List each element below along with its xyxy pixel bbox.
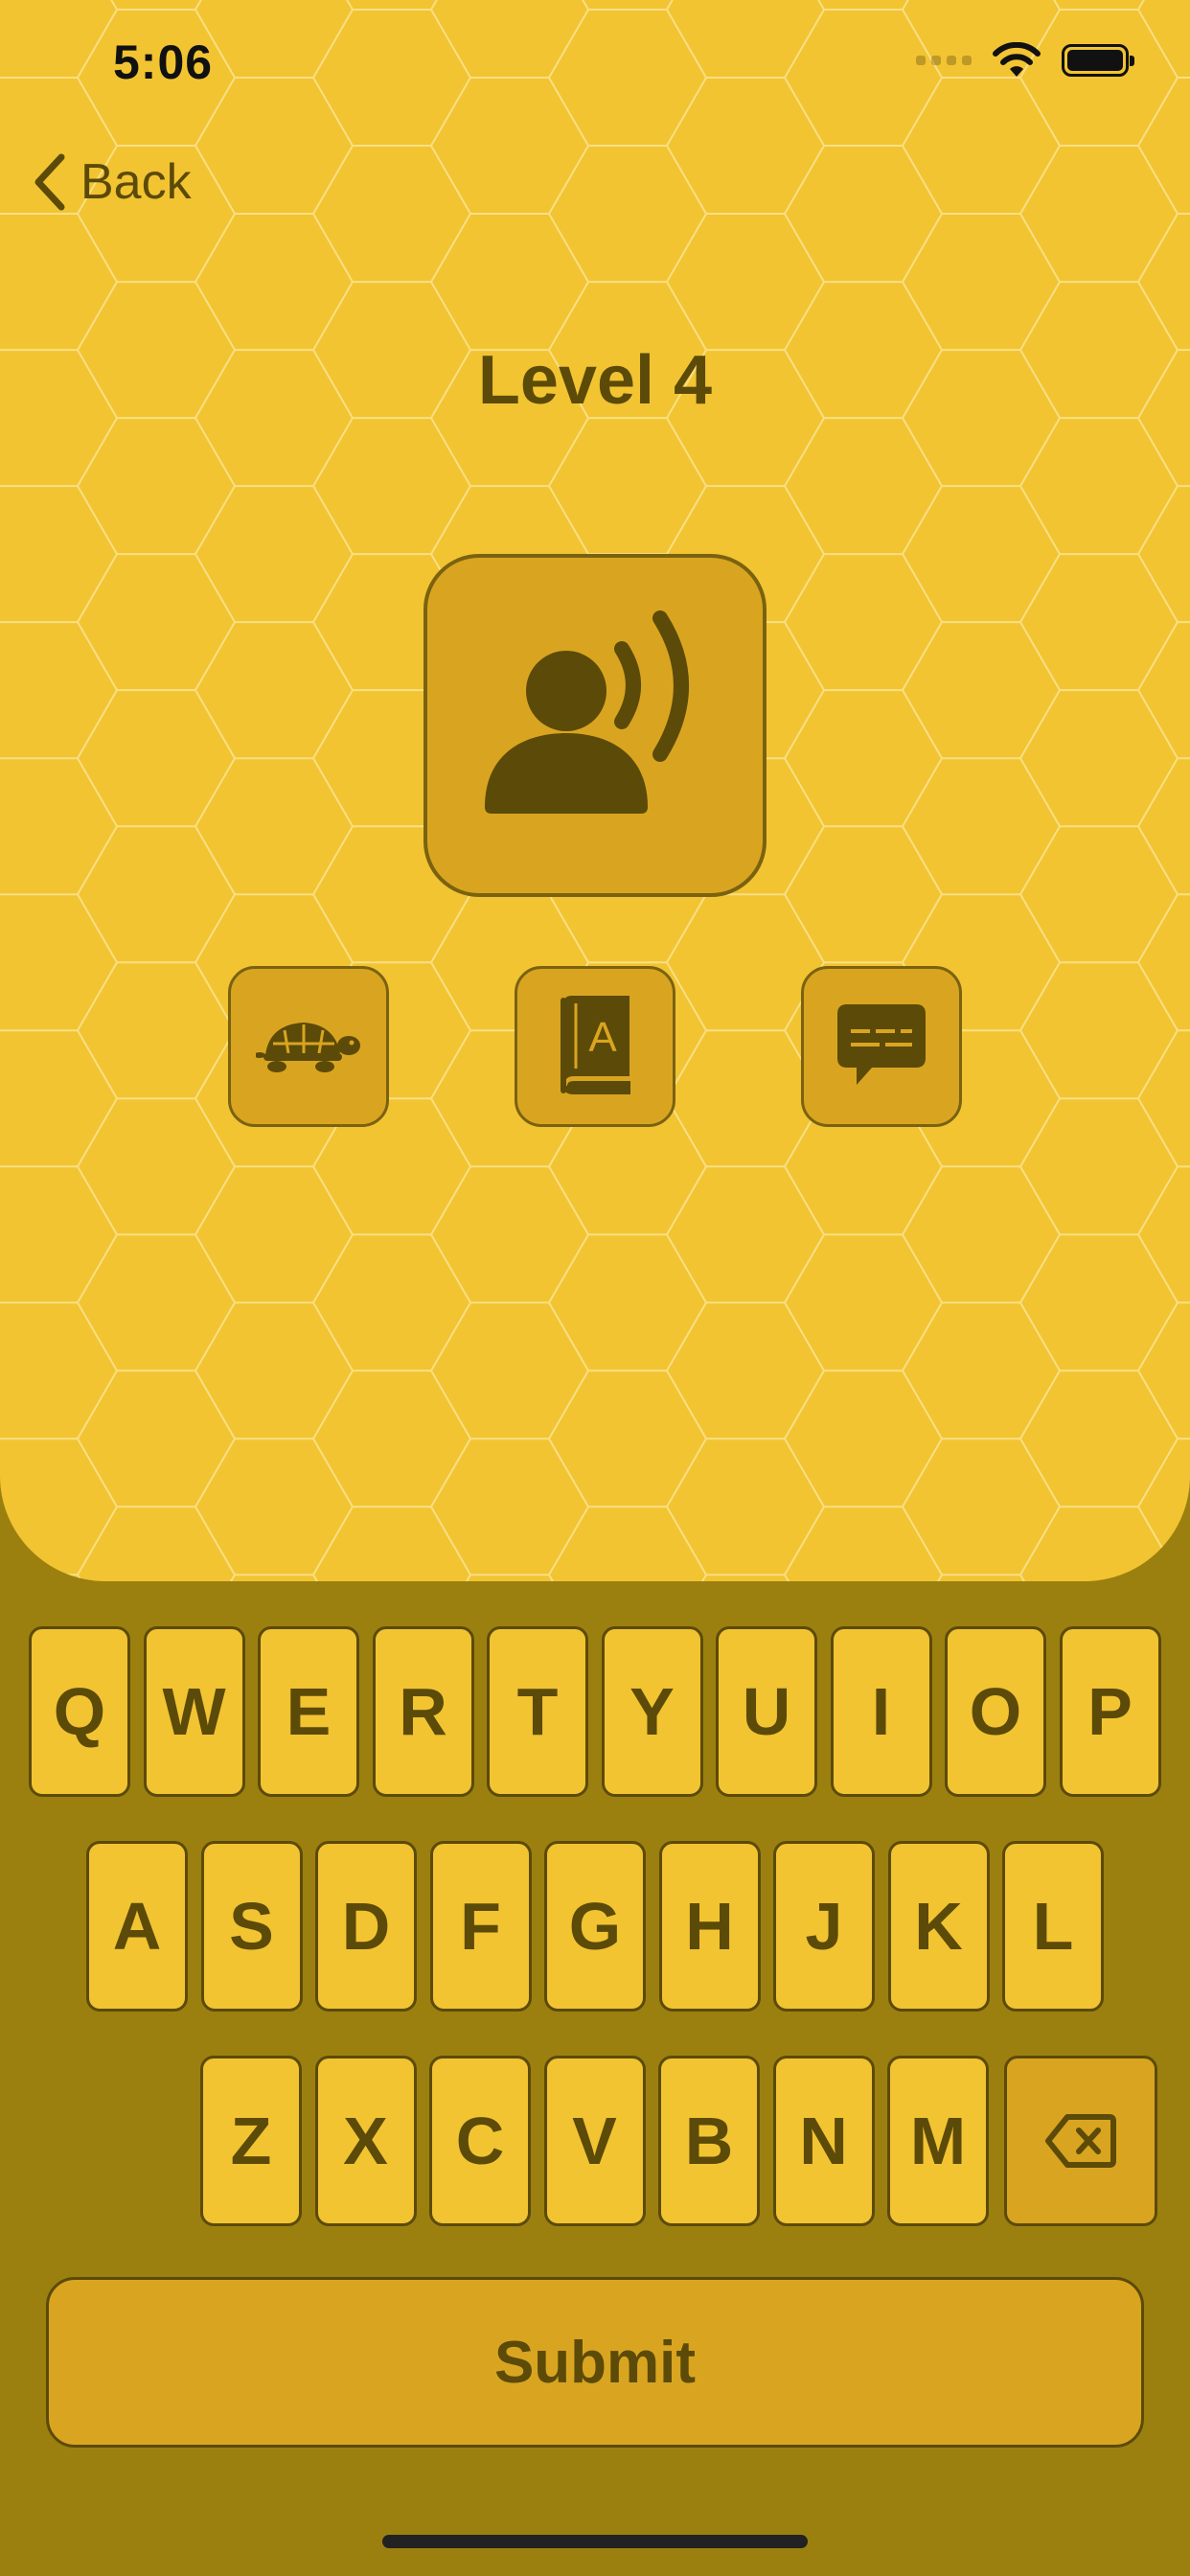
key-e[interactable]: E	[258, 1626, 359, 1797]
key-n[interactable]: N	[772, 2056, 875, 2226]
key-k[interactable]: K	[887, 1841, 990, 2012]
key-y[interactable]: Y	[601, 1626, 703, 1797]
wifi-icon	[993, 42, 1041, 77]
level-title: Level 4	[477, 342, 713, 419]
person-speaking-icon	[485, 610, 689, 814]
caption-bubble-icon	[837, 1004, 926, 1085]
key-v[interactable]: V	[543, 2056, 646, 2226]
key-z[interactable]: Z	[200, 2056, 302, 2226]
key-t[interactable]: T	[487, 1626, 588, 1797]
delete-key[interactable]	[1004, 2056, 1157, 2226]
key-p[interactable]: P	[1059, 1626, 1161, 1797]
dictionary-button[interactable]: A	[515, 966, 675, 1127]
submit-button[interactable]: Submit	[46, 2277, 1144, 2448]
svg-text:A: A	[588, 1014, 617, 1061]
key-i[interactable]: I	[830, 1626, 932, 1797]
battery-icon	[1062, 44, 1134, 77]
key-r[interactable]: R	[372, 1626, 474, 1797]
key-o[interactable]: O	[945, 1626, 1046, 1797]
key-l[interactable]: L	[1002, 1841, 1104, 2012]
status-time: 5:06	[113, 35, 214, 89]
key-f[interactable]: F	[429, 1841, 532, 2012]
back-label: Back	[80, 154, 192, 210]
cellular-signal-icon	[916, 56, 972, 65]
back-button[interactable]: Back	[33, 153, 192, 211]
key-w[interactable]: W	[143, 1626, 245, 1797]
key-c[interactable]: C	[429, 2056, 531, 2226]
home-indicator	[382, 2535, 808, 2548]
status-icons	[916, 42, 1134, 79]
key-b[interactable]: B	[658, 2056, 760, 2226]
key-j[interactable]: J	[773, 1841, 875, 2012]
slow-speed-button[interactable]	[228, 966, 389, 1127]
key-s[interactable]: S	[200, 1841, 303, 2012]
captions-button[interactable]	[801, 966, 962, 1127]
key-d[interactable]: D	[315, 1841, 417, 2012]
key-a[interactable]: A	[86, 1841, 188, 2012]
key-m[interactable]: M	[887, 2056, 989, 2226]
backspace-icon	[1045, 2114, 1116, 2168]
key-h[interactable]: H	[658, 1841, 761, 2012]
key-q[interactable]: Q	[29, 1626, 130, 1797]
dictionary-book-icon: A	[561, 996, 630, 1094]
chevron-left-icon	[34, 153, 65, 211]
key-x[interactable]: X	[314, 2056, 417, 2226]
play-audio-button[interactable]	[423, 554, 767, 897]
key-g[interactable]: G	[544, 1841, 646, 2012]
key-u[interactable]: U	[716, 1626, 817, 1797]
tortoise-icon	[256, 1023, 360, 1072]
